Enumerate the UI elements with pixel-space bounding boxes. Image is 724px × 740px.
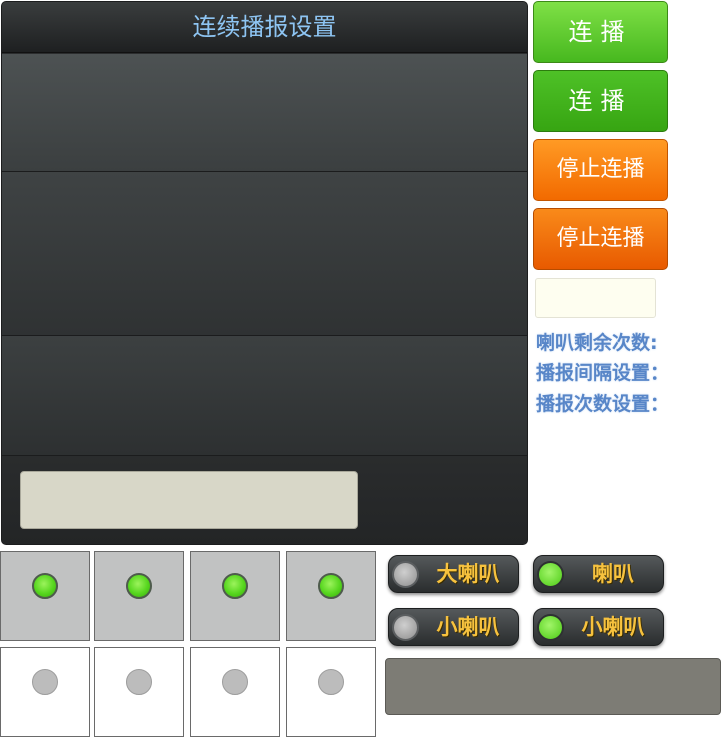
- panel-title: 连续播报设置: [192, 13, 337, 41]
- toggle-off-icon: [392, 561, 419, 588]
- grid-cell-selected[interactable]: [286, 551, 376, 641]
- grid-cell-selected[interactable]: [94, 551, 184, 641]
- radio-on-icon: [126, 573, 152, 599]
- radio-off-icon: [126, 669, 152, 695]
- radio-off-icon: [318, 669, 344, 695]
- continuous-play-button-pressed[interactable]: 连播: [533, 70, 668, 132]
- radio-off-icon: [222, 669, 248, 695]
- radio-on-icon: [222, 573, 248, 599]
- grid-cell-unselected[interactable]: [286, 647, 376, 737]
- grid-cell-unselected[interactable]: [190, 647, 280, 737]
- radio-on-icon: [32, 573, 58, 599]
- stop-continuous-play-button[interactable]: 停止连播: [533, 139, 668, 201]
- radio-on-icon: [318, 573, 344, 599]
- interval-setting-label: 播报间隔设置：: [536, 362, 670, 384]
- panel-row-3: [2, 336, 527, 456]
- small-speaker-toggle-on[interactable]: 小喇叭: [533, 608, 664, 646]
- toggle-on-icon: [537, 614, 564, 641]
- gray-input-box[interactable]: [385, 658, 721, 715]
- grid-cell-selected[interactable]: [0, 551, 90, 641]
- speaker-remaining-label: 喇叭剩余次数:: [536, 332, 658, 354]
- settings-panel: 连续播报设置: [1, 1, 528, 545]
- toggle-label: 小喇叭: [436, 615, 500, 639]
- continuous-play-button[interactable]: 连播: [533, 1, 668, 63]
- grid-cell-selected[interactable]: [190, 551, 280, 641]
- broadcast-text-input[interactable]: [20, 471, 358, 529]
- toggle-on-icon: [537, 561, 564, 588]
- panel-row-2: [2, 172, 527, 336]
- small-speaker-toggle[interactable]: 小喇叭: [388, 608, 519, 646]
- stop-continuous-play-button-pressed[interactable]: 停止连播: [533, 208, 668, 270]
- grid-cell-unselected[interactable]: [94, 647, 184, 737]
- toggle-off-icon: [392, 614, 419, 641]
- toggle-label: 喇叭: [592, 562, 634, 586]
- toggle-label: 大喇叭: [436, 562, 500, 586]
- toggle-label: 小喇叭: [581, 615, 645, 639]
- grid-cell-unselected[interactable]: [0, 647, 90, 737]
- big-speaker-toggle[interactable]: 大喇叭: [388, 555, 519, 593]
- panel-row-1: [2, 54, 527, 172]
- speaker-toggle[interactable]: 喇叭: [533, 555, 664, 593]
- radio-off-icon: [32, 669, 58, 695]
- value-input[interactable]: [535, 278, 656, 318]
- count-setting-label: 播报次数设置：: [536, 393, 670, 415]
